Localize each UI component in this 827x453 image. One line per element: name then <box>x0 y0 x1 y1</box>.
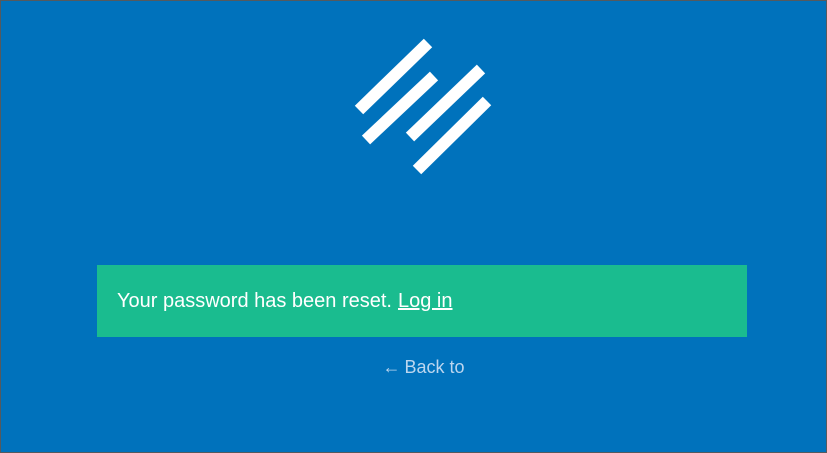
password-reset-notice: Your password has been reset. Log in <box>97 265 747 337</box>
diagonal-stripes-logo-icon <box>354 38 492 175</box>
notice-message: Your password has been reset. <box>117 289 392 312</box>
back-link-label: Back to <box>404 357 465 377</box>
login-page: Your password has been reset. Log in ← Ba… <box>0 0 827 453</box>
site-logo <box>347 31 497 181</box>
back-to-site-link[interactable]: ← Back to <box>1 357 826 378</box>
login-link[interactable]: Log in <box>398 290 453 313</box>
left-arrow-icon: ← <box>382 357 401 377</box>
